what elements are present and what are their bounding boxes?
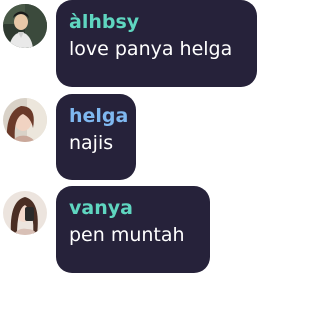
message-text: najis [69, 132, 114, 154]
avatar[interactable] [3, 191, 47, 235]
message-text: pen muntah [69, 224, 185, 246]
avatar[interactable] [3, 4, 47, 48]
avatar-photo [3, 4, 47, 48]
avatar[interactable] [3, 98, 47, 142]
avatar-photo [3, 191, 47, 235]
message-bubble: vanya pen muntah [56, 186, 210, 273]
avatar-photo [3, 98, 47, 142]
message-bubble: helga najis [56, 94, 136, 180]
message-username[interactable]: àlhbsy [69, 11, 243, 33]
message-username[interactable]: vanya [69, 197, 196, 219]
message-text: love panya helga [69, 38, 233, 60]
message-bubble: àlhbsy love panya helga [56, 0, 257, 87]
message-username[interactable]: helga [69, 105, 128, 127]
